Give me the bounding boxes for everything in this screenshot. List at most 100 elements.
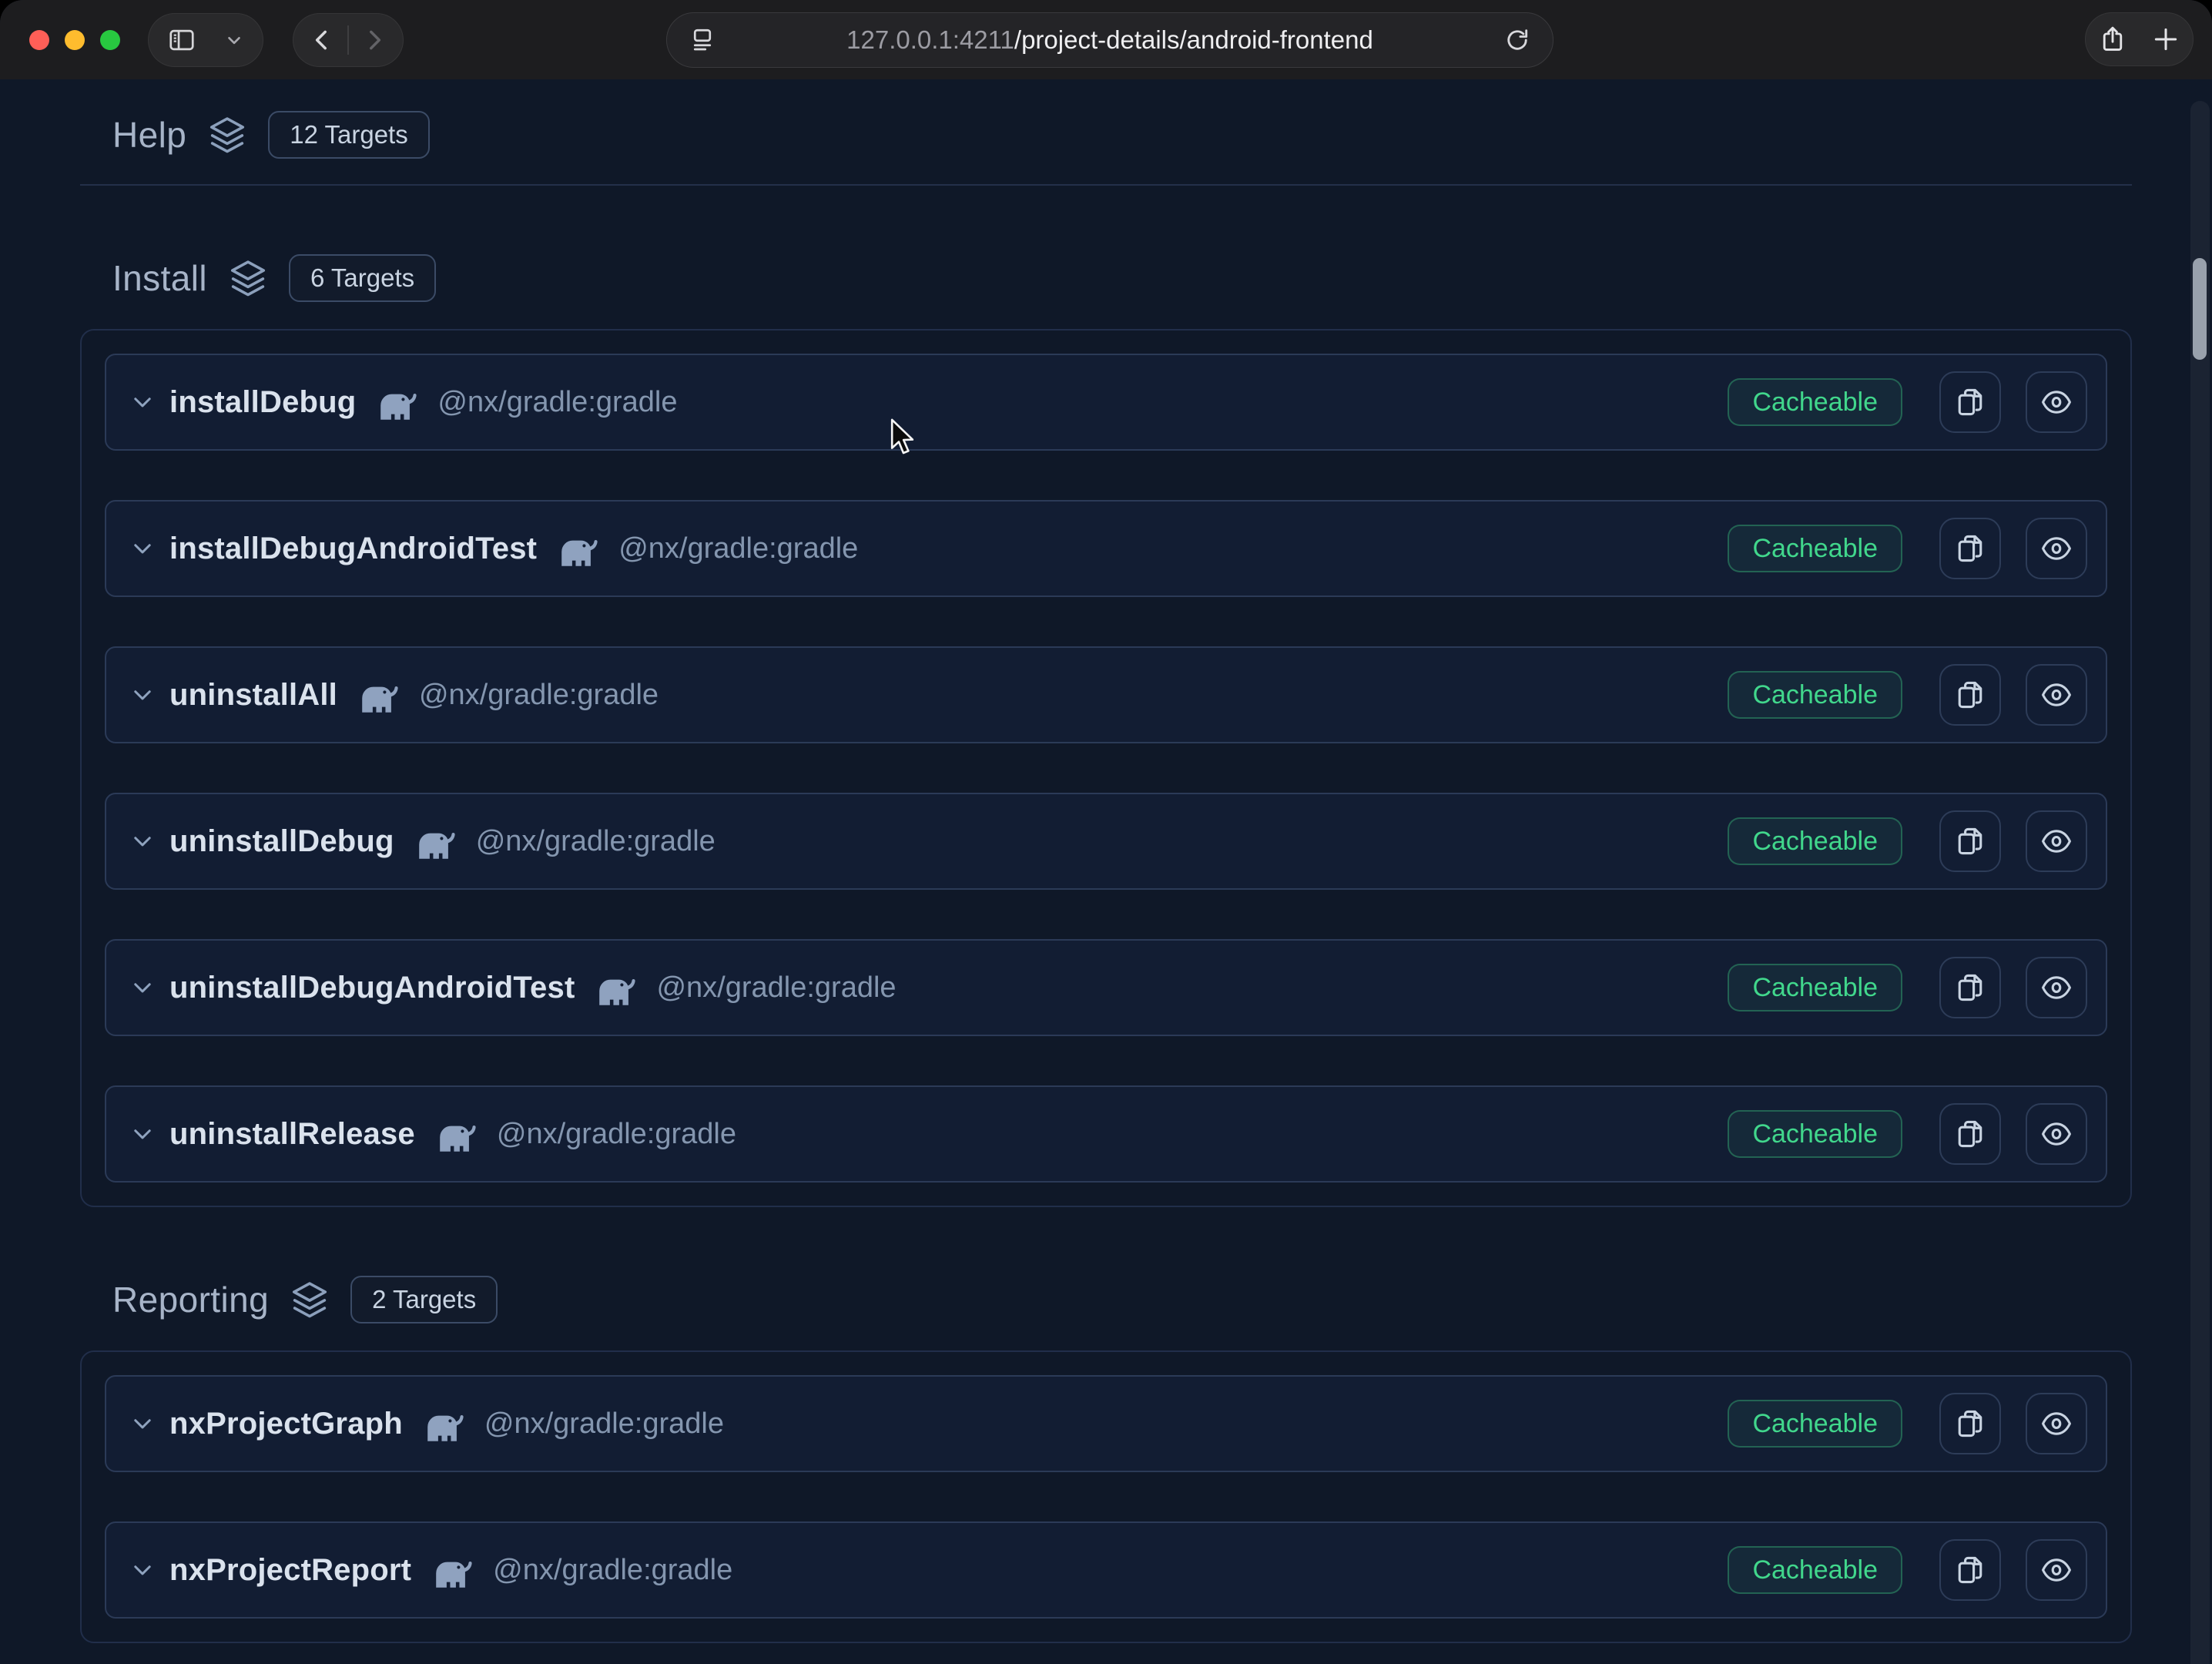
url-path: /project-details/android-frontend [1014, 25, 1373, 54]
target-name: uninstallDebugAndroidTest [169, 971, 575, 1005]
target-row[interactable]: uninstallDebugAndroidTest @nx/gradle:gra… [105, 939, 2107, 1036]
view-task-button[interactable] [2026, 1539, 2087, 1601]
cacheable-badge: Cacheable [1728, 1400, 1902, 1448]
chevron-down-icon[interactable] [129, 828, 156, 854]
minimize-window-button[interactable] [65, 30, 85, 50]
section-header: Install 6 Targets [112, 253, 2132, 303]
copy-task-button[interactable] [1939, 1539, 2001, 1601]
target-row[interactable]: installDebugAndroidTest @nx/gradle:gradl… [105, 500, 2107, 597]
target-sections: Help 12 Targets Install 6 [80, 110, 2132, 1643]
target-row[interactable]: nxProjectGraph @nx/gradle:gradle Cacheab… [105, 1375, 2107, 1472]
section-title: Install [112, 257, 207, 299]
page-content: Help 12 Targets Install 6 [0, 79, 2212, 1664]
target-name: installDebug [169, 385, 356, 420]
view-task-button[interactable] [2026, 810, 2087, 872]
target-row[interactable]: uninstallDebug @nx/gradle:gradle Cacheab… [105, 793, 2107, 890]
layers-icon [289, 1279, 330, 1320]
section-divider [80, 184, 2132, 186]
target-executor: @nx/gradle:gradle [493, 1554, 732, 1587]
gradle-elephant-icon [423, 1407, 468, 1443]
target-count-badge: 2 Targets [350, 1276, 498, 1323]
page-format-icon[interactable] [689, 26, 716, 54]
copy-task-button[interactable] [1939, 1393, 2001, 1454]
chevron-down-icon[interactable] [129, 1121, 156, 1147]
copy-task-button[interactable] [1939, 810, 2001, 872]
target-list: nxProjectGraph @nx/gradle:gradle Cacheab… [80, 1350, 2132, 1643]
copy-task-button[interactable] [1939, 518, 2001, 579]
forward-button[interactable] [349, 13, 400, 67]
view-task-button[interactable] [2026, 1103, 2087, 1165]
chevron-down-icon[interactable] [129, 1411, 156, 1437]
view-task-button[interactable] [2026, 371, 2087, 433]
address-bar[interactable]: 127.0.0.1:4211/project-details/android-f… [666, 12, 1553, 68]
section-title: Reporting [112, 1279, 269, 1320]
section-header: Help 12 Targets [112, 110, 2132, 159]
cacheable-badge: Cacheable [1728, 1110, 1902, 1158]
cacheable-badge: Cacheable [1728, 671, 1902, 719]
target-row[interactable]: installDebug @nx/gradle:gradle Cacheable [105, 354, 2107, 451]
share-button[interactable] [2098, 25, 2127, 54]
target-row[interactable]: nxProjectReport @nx/gradle:gradle Cachea… [105, 1521, 2107, 1619]
fullscreen-window-button[interactable] [100, 30, 120, 50]
section-header: Reporting 2 Targets [112, 1275, 2132, 1324]
copy-task-button[interactable] [1939, 371, 2001, 433]
chevron-down-icon[interactable] [129, 389, 156, 415]
nav-buttons-group [293, 13, 404, 67]
url-text: 127.0.0.1:4211/project-details/android-f… [716, 25, 1503, 55]
copy-task-button[interactable] [1939, 957, 2001, 1018]
target-executor: @nx/gradle:gradle [476, 825, 716, 858]
chevron-down-icon[interactable] [129, 535, 156, 562]
chevron-down-icon[interactable] [129, 1557, 156, 1583]
target-count-badge: 6 Targets [289, 254, 436, 302]
toolbar-right-group [2085, 12, 2194, 66]
view-task-button[interactable] [2026, 518, 2087, 579]
cacheable-badge: Cacheable [1728, 378, 1902, 426]
target-executor: @nx/gradle:gradle [618, 532, 858, 565]
gradle-elephant-icon [376, 386, 421, 421]
back-button[interactable] [297, 13, 347, 67]
target-count-badge: 12 Targets [268, 111, 430, 159]
new-tab-button[interactable] [2151, 25, 2180, 54]
target-executor: @nx/gradle:gradle [497, 1118, 736, 1151]
copy-task-button[interactable] [1939, 1103, 2001, 1165]
copy-task-button[interactable] [1939, 664, 2001, 726]
close-window-button[interactable] [29, 30, 49, 50]
browser-chrome: 127.0.0.1:4211/project-details/android-f… [0, 0, 2212, 79]
traffic-lights [29, 30, 120, 50]
layers-icon [206, 114, 248, 156]
cacheable-badge: Cacheable [1728, 1546, 1902, 1594]
gradle-elephant-icon [431, 1554, 476, 1589]
cacheable-badge: Cacheable [1728, 525, 1902, 572]
chevron-down-icon[interactable] [129, 682, 156, 708]
chevron-down-icon[interactable] [129, 975, 156, 1001]
cacheable-badge: Cacheable [1728, 964, 1902, 1011]
gradle-elephant-icon [414, 825, 459, 861]
target-row[interactable]: uninstallRelease @nx/gradle:gradle Cache… [105, 1085, 2107, 1183]
section-title: Help [112, 114, 186, 156]
target-name: uninstallAll [169, 678, 337, 713]
target-name: nxProjectReport [169, 1553, 411, 1588]
view-task-button[interactable] [2026, 1393, 2087, 1454]
target-group-section: Help 12 Targets [80, 110, 2132, 186]
sidebar-toggle-group[interactable] [148, 13, 263, 67]
sidebar-icon[interactable] [167, 25, 196, 55]
layers-icon [227, 257, 269, 299]
gradle-elephant-icon [435, 1118, 480, 1153]
target-executor: @nx/gradle:gradle [656, 971, 896, 1005]
gradle-elephant-icon [357, 679, 402, 714]
view-task-button[interactable] [2026, 664, 2087, 726]
reload-button[interactable] [1503, 26, 1531, 54]
target-executor: @nx/gradle:gradle [419, 679, 659, 712]
target-row[interactable]: uninstallAll @nx/gradle:gradle Cacheable [105, 646, 2107, 743]
chevron-down-icon[interactable] [224, 30, 244, 50]
target-group-section: Reporting 2 Targets nxProjectGraph [80, 1275, 2132, 1643]
target-name: uninstallRelease [169, 1117, 415, 1152]
gradle-elephant-icon [557, 532, 602, 568]
scrollbar-thumb[interactable] [2193, 258, 2207, 360]
url-host: 127.0.0.1:4211 [846, 25, 1014, 54]
gradle-elephant-icon [595, 971, 639, 1007]
target-name: uninstallDebug [169, 824, 394, 859]
view-task-button[interactable] [2026, 957, 2087, 1018]
browser-window: 127.0.0.1:4211/project-details/android-f… [0, 0, 2212, 1664]
target-executor: @nx/gradle:gradle [437, 386, 677, 419]
